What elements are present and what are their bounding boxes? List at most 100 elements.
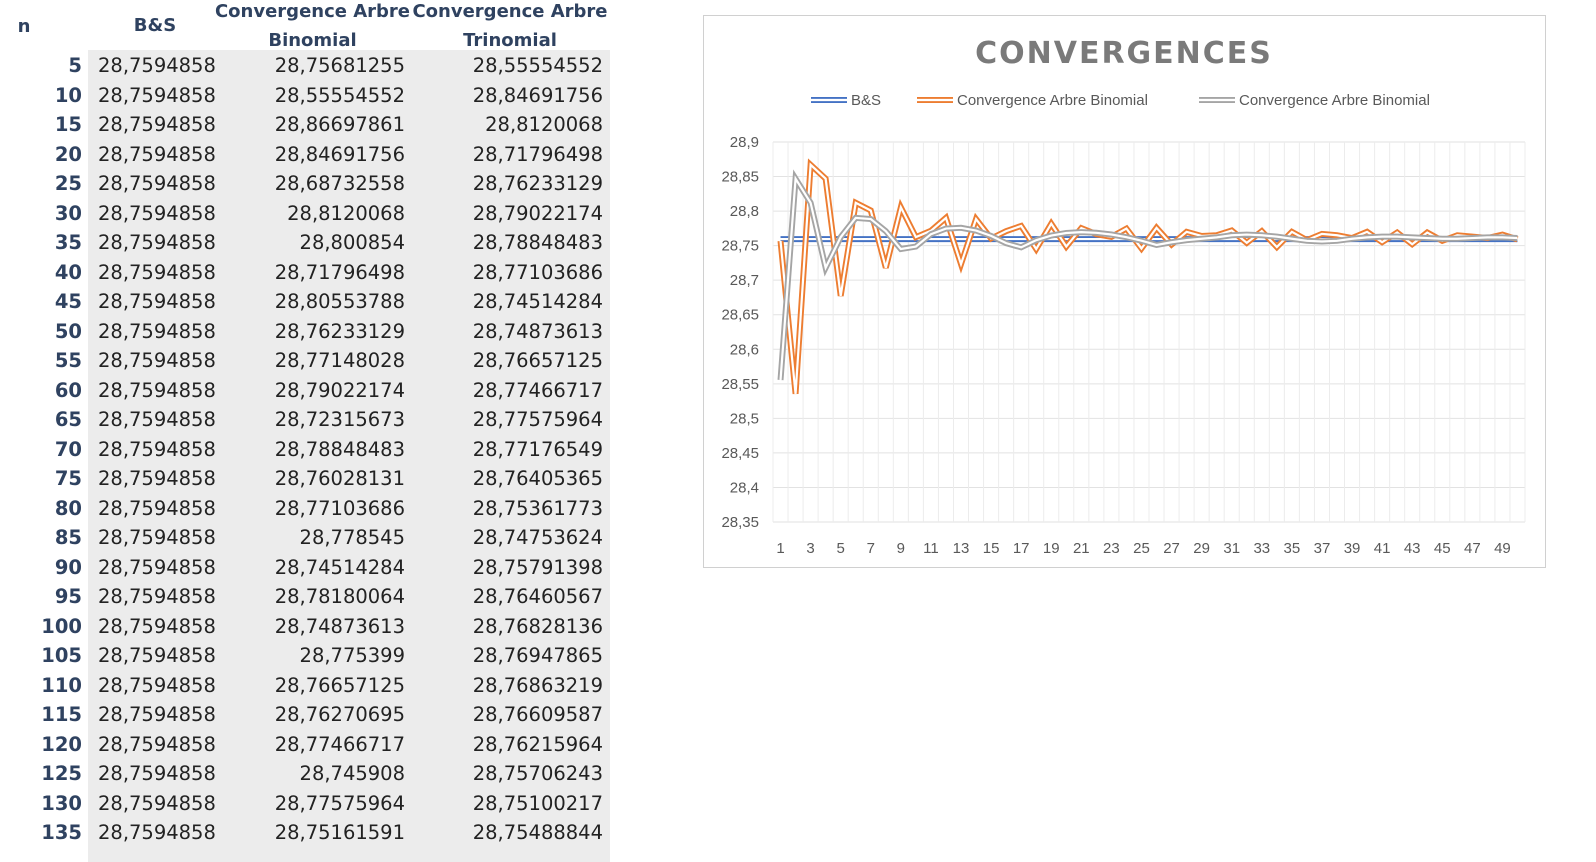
row-n-cell: 125 <box>41 762 82 785</box>
y-tick-label: 28,9 <box>730 134 759 151</box>
table-row: 15 28,7594858 28,86697861 28,8120068 <box>0 110 620 140</box>
x-tick-label: 13 <box>953 540 970 557</box>
row-binomial-cell: 28,74873613 <box>274 614 405 638</box>
row-binomial-cell: 28,68732558 <box>274 172 405 195</box>
table-row: 110 28,7594858 28,76657125 28,76863219 <box>0 671 620 701</box>
table-row: 50 28,7594858 28,76233129 28,74873613 <box>0 317 620 347</box>
row-bs-cell: 28,7594858 <box>98 231 216 254</box>
row-binomial-cell: 28,78180064 <box>274 585 405 608</box>
row-bs-cell: 28,7594858 <box>98 644 216 667</box>
row-n-cell: 100 <box>41 614 82 638</box>
row-trinomial-cell: 28,75791398 <box>472 555 603 579</box>
x-axis-ticks: 1 3 5 7 9 11 13 15 17 19 21 23 25 27 29 31 33 35 37 39 41 43 4… <box>776 540 1510 557</box>
row-bs-cell: 28,7594858 <box>98 467 216 490</box>
row-trinomial-cell: 28,77103686 <box>472 260 603 284</box>
row-n-cell: 105 <box>41 644 82 667</box>
row-trinomial-cell: 28,74873613 <box>472 319 603 343</box>
x-tick-label: 3 <box>806 540 814 557</box>
header-trinomial: Convergence Arbre Trinomial <box>410 0 610 55</box>
x-tick-label: 15 <box>983 540 1000 557</box>
row-trinomial-cell: 28,77176549 <box>472 437 603 461</box>
table-row: 5 28,7594858 28,75681255 28,55554552 <box>0 51 620 81</box>
row-binomial-cell: 28,86697861 <box>274 113 405 136</box>
row-bs-cell: 28,7594858 <box>98 260 216 284</box>
row-bs-cell: 28,7594858 <box>98 201 216 225</box>
row-bs-cell: 28,7594858 <box>98 585 216 608</box>
row-trinomial-cell: 28,71796498 <box>472 142 603 166</box>
row-binomial-cell: 28,75161591 <box>274 821 405 844</box>
legend-label: B&S <box>851 92 881 109</box>
row-n-cell: 20 <box>54 142 82 166</box>
y-tick-label: 28,5 <box>730 410 759 427</box>
x-tick-label: 9 <box>897 540 905 557</box>
table-row: 75 28,7594858 28,76028131 28,76405365 <box>0 464 620 494</box>
table-row: 70 28,7594858 28,78848483 28,77176549 <box>0 435 620 465</box>
table-row: 130 28,7594858 28,77575964 28,75100217 <box>0 789 620 819</box>
row-n-cell: 95 <box>54 585 82 608</box>
row-binomial-cell: 28,80553788 <box>274 290 405 313</box>
row-n-cell: 70 <box>54 437 82 461</box>
row-trinomial-cell: 28,76215964 <box>472 732 603 756</box>
row-bs-cell: 28,7594858 <box>98 378 216 402</box>
y-tick-label: 28,85 <box>721 169 759 186</box>
row-bs-cell: 28,7594858 <box>98 555 216 579</box>
row-trinomial-cell: 28,76828136 <box>472 614 603 638</box>
row-bs-cell: 28,7594858 <box>98 732 216 756</box>
row-bs-cell: 28,7594858 <box>98 673 216 697</box>
row-bs-cell: 28,7594858 <box>98 142 216 166</box>
table-row: 55 28,7594858 28,77148028 28,76657125 <box>0 346 620 376</box>
header-n: n <box>17 16 31 37</box>
table-row: 35 28,7594858 28,800854 28,78848483 <box>0 228 620 258</box>
table-row: 120 28,7594858 28,77466717 28,76215964 <box>0 730 620 760</box>
table-row: 10 28,7594858 28,55554552 28,84691756 <box>0 81 620 111</box>
row-binomial-cell: 28,84691756 <box>274 142 405 166</box>
table-row: 85 28,7594858 28,778545 28,74753624 <box>0 523 620 553</box>
table-row: 95 28,7594858 28,78180064 28,76460567 <box>0 582 620 612</box>
row-bs-cell: 28,7594858 <box>98 113 216 136</box>
row-binomial-cell: 28,79022174 <box>274 378 405 402</box>
header-binomial-line1: Convergence Arbre <box>214 1 411 22</box>
legend-item: Convergence Arbre Binomial <box>917 92 1148 109</box>
data-table: n B&S Convergence Arbre Binomial Converg… <box>0 0 620 862</box>
table-row: 100 28,7594858 28,74873613 28,76828136 <box>0 612 620 642</box>
x-tick-label: 27 <box>1163 540 1180 557</box>
row-binomial-cell: 28,75681255 <box>274 54 405 77</box>
row-trinomial-cell: 28,78848483 <box>472 231 603 254</box>
convergence-chart: CONVERGENCES B&S Convergence Arbre Binomi… <box>721 36 1526 557</box>
row-trinomial-cell: 28,79022174 <box>472 201 603 225</box>
y-tick-label: 28,75 <box>721 238 759 255</box>
row-n-cell: 75 <box>54 467 82 490</box>
row-n-cell: 65 <box>54 408 82 431</box>
y-tick-label: 28,35 <box>721 514 759 531</box>
row-trinomial-cell: 28,75100217 <box>472 791 603 815</box>
row-trinomial-cell: 28,75706243 <box>472 762 603 785</box>
row-n-cell: 110 <box>41 673 82 697</box>
y-tick-label: 28,6 <box>730 341 759 358</box>
legend-label: Convergence Arbre Binomial <box>957 92 1148 109</box>
x-tick-label: 11 <box>923 540 939 557</box>
row-bs-cell: 28,7594858 <box>98 349 216 372</box>
row-bs-cell: 28,7594858 <box>98 496 216 520</box>
row-n-cell: 90 <box>54 555 82 579</box>
row-binomial-cell: 28,74514284 <box>274 555 405 579</box>
legend-item: Convergence Arbre Binomial <box>1199 92 1430 109</box>
row-n-cell: 15 <box>54 113 82 136</box>
legend-item: B&S <box>811 92 881 109</box>
row-binomial-cell: 28,76270695 <box>274 703 405 726</box>
row-n-cell: 115 <box>41 703 82 726</box>
row-trinomial-cell: 28,75488844 <box>472 821 603 844</box>
y-tick-label: 28,7 <box>730 272 759 289</box>
table-row: 65 28,7594858 28,72315673 28,77575964 <box>0 405 620 435</box>
x-tick-label: 33 <box>1253 540 1270 557</box>
y-tick-label: 28,4 <box>730 479 759 496</box>
x-tick-label: 39 <box>1344 540 1361 557</box>
table-row: 25 28,7594858 28,68732558 28,76233129 <box>0 169 620 199</box>
row-trinomial-cell: 28,75361773 <box>472 496 603 520</box>
x-tick-label: 49 <box>1494 540 1511 557</box>
row-binomial-cell: 28,77466717 <box>274 732 405 756</box>
row-n-cell: 40 <box>54 260 82 284</box>
row-trinomial-cell: 28,84691756 <box>472 83 603 107</box>
y-tick-label: 28,55 <box>721 376 759 393</box>
x-tick-label: 31 <box>1223 540 1240 557</box>
y-axis-ticks: 28,9 28,85 28,8 28,75 28,7 28,65 28,6 28,55 28,5… <box>721 134 759 531</box>
